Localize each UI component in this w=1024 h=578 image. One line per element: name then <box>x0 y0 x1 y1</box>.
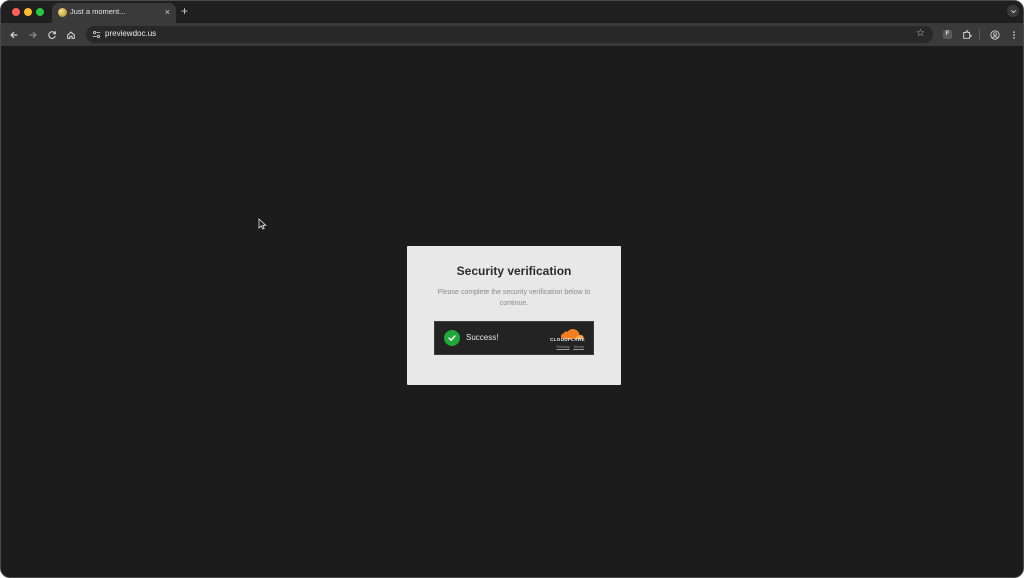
widget-footer-links: Privacy · Terms <box>556 344 584 349</box>
verification-description: Please complete the security verificatio… <box>437 289 591 307</box>
extensions-puzzle-icon <box>962 29 972 39</box>
browser-menu-button[interactable] <box>1007 28 1020 41</box>
page-title: Security verification <box>456 264 572 278</box>
mouse-cursor-icon <box>258 218 267 230</box>
minimize-window-button[interactable] <box>24 8 32 16</box>
fullscreen-window-button[interactable] <box>36 8 44 16</box>
bookmark-star-icon[interactable]: ☆ <box>916 28 925 40</box>
tab-search-button[interactable] <box>1007 5 1019 17</box>
address-bar-url: previewdoc.us <box>105 29 157 38</box>
reload-icon <box>47 30 56 39</box>
tab-title: Just a moment... <box>70 7 126 16</box>
extension-f-button[interactable]: F <box>941 28 954 41</box>
menu-kebab-icon <box>1012 30 1015 39</box>
tab-active[interactable]: Just a moment... × <box>52 3 176 23</box>
tab-strip: Just a moment... × + <box>1 1 1023 23</box>
verification-status: Success! <box>466 333 499 342</box>
extension-f-icon: F <box>943 30 952 39</box>
back-icon <box>9 31 17 38</box>
browser-toolbar: previewdoc.us ☆ F <box>1 23 1023 46</box>
site-info-icon[interactable] <box>91 29 102 40</box>
page-viewport: Security verification Please complete th… <box>1 46 1023 577</box>
back-button[interactable] <box>7 28 20 41</box>
cloudflare-turnstile-widget[interactable]: Success! CLOUDFLARE Privacy · Terms <box>434 321 594 355</box>
new-tab-button[interactable]: + <box>181 4 188 18</box>
reload-button[interactable] <box>45 28 58 41</box>
link-separator: · <box>570 344 573 349</box>
profile-button[interactable] <box>988 28 1001 41</box>
toolbar-divider <box>979 29 980 40</box>
success-check-icon <box>444 330 460 346</box>
security-verification-card: Security verification Please complete th… <box>407 246 621 385</box>
home-icon <box>66 30 75 39</box>
browser-window: Just a moment... × + previewdoc.us ☆ F S… <box>0 0 1024 578</box>
extensions-button[interactable] <box>960 28 973 41</box>
address-bar[interactable]: previewdoc.us ☆ <box>86 26 933 43</box>
tab-close-icon[interactable]: × <box>165 6 170 18</box>
profile-icon <box>989 29 1000 40</box>
forward-icon <box>29 31 37 38</box>
privacy-link[interactable]: Privacy <box>556 344 569 349</box>
close-window-button[interactable] <box>12 8 20 16</box>
home-button[interactable] <box>64 28 77 41</box>
terms-link[interactable]: Terms <box>573 344 584 349</box>
tab-favicon-icon <box>58 8 67 17</box>
cloudflare-wordmark: CLOUDFLARE <box>550 337 585 342</box>
chevron-down-icon <box>1010 9 1016 13</box>
forward-button[interactable] <box>26 28 39 41</box>
